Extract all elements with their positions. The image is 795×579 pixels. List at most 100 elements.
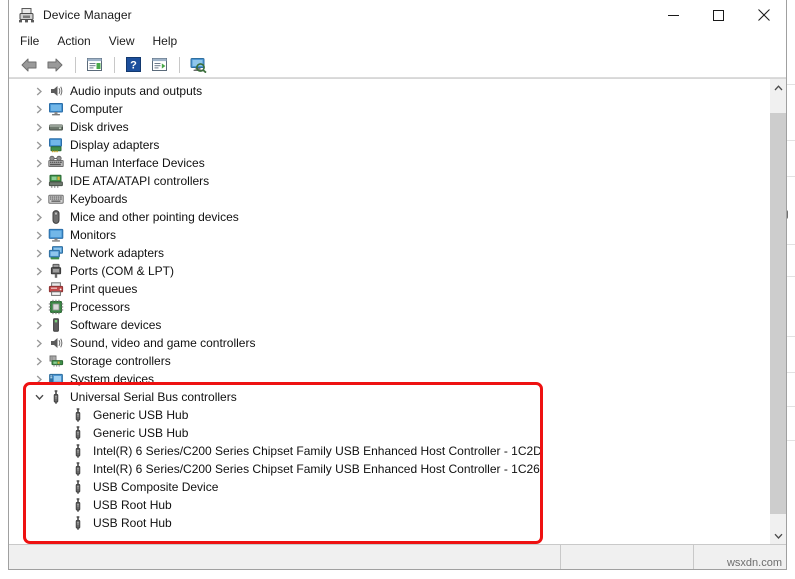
tree-item-label: Universal Serial Bus controllers (70, 390, 237, 404)
chevron-right-icon[interactable] (31, 190, 47, 208)
scrollbar-down-arrow[interactable] (770, 527, 786, 544)
update-driver-icon[interactable] (147, 54, 171, 76)
chevron-down-icon[interactable] (31, 388, 47, 406)
chevron-right-icon[interactable] (31, 370, 47, 388)
tree-item-label: Intel(R) 6 Series/C200 Series Chipset Fa… (93, 444, 542, 458)
tree-item[interactable]: Intel(R) 6 Series/C200 Series Chipset Fa… (9, 460, 769, 478)
tree-item[interactable]: Display adapters (9, 136, 769, 154)
tree-item-label: System devices (70, 372, 155, 386)
minimize-button[interactable] (651, 0, 696, 30)
tree-item-label: USB Root Hub (93, 516, 172, 530)
chevron-right-icon[interactable] (31, 226, 47, 244)
tree-item-label: Computer (70, 102, 123, 116)
chevron-right-icon[interactable] (31, 244, 47, 262)
storage-controller-icon (47, 352, 65, 370)
tree-item-label: Sound, video and game controllers (70, 336, 256, 350)
speaker-icon (47, 334, 65, 352)
scan-hardware-icon[interactable] (186, 54, 210, 76)
tree-item-label: Monitors (70, 228, 117, 242)
menu-item-help[interactable]: Help (153, 32, 187, 50)
tree-item-label: Mice and other pointing devices (70, 210, 239, 224)
tree-item[interactable]: IDE ATA/ATAPI controllers (9, 172, 769, 190)
chevron-right-icon[interactable] (31, 298, 47, 316)
tree-item-label: Ports (COM & LPT) (70, 264, 175, 278)
tree-item[interactable]: Mice and other pointing devices (9, 208, 769, 226)
tree-item[interactable]: Ports (COM & LPT) (9, 262, 769, 280)
chevron-right-icon[interactable] (31, 262, 47, 280)
tree-item[interactable]: Processors (9, 298, 769, 316)
tree-item[interactable]: USB Composite Device (9, 478, 769, 496)
printer-icon (47, 280, 65, 298)
tree-item[interactable]: Network adapters (9, 244, 769, 262)
toolbar-separator (75, 56, 76, 73)
chevron-right-icon[interactable] (31, 172, 47, 190)
close-button[interactable] (741, 0, 786, 30)
tree-item[interactable]: Computer (9, 100, 769, 118)
tree-item[interactable]: Generic USB Hub (9, 406, 769, 424)
tree-item-label: Human Interface Devices (70, 156, 205, 170)
usb-icon (69, 460, 87, 478)
tree-item[interactable]: Disk drives (9, 118, 769, 136)
tree-item[interactable]: Universal Serial Bus controllers (9, 388, 769, 406)
system-device-icon (47, 370, 65, 388)
usb-icon (69, 514, 87, 532)
keyboard-icon (47, 190, 65, 208)
tree-item[interactable]: USB Root Hub (9, 496, 769, 514)
menu-item-action[interactable]: Action (57, 32, 99, 50)
tree-item[interactable]: USB Root Hub (9, 514, 769, 532)
tree-item[interactable]: Audio inputs and outputs (9, 82, 769, 100)
tree-item[interactable]: System devices (9, 370, 769, 388)
tree-item[interactable]: Generic USB Hub (9, 424, 769, 442)
chevron-right-icon[interactable] (31, 334, 47, 352)
tree-item-label: Storage controllers (70, 354, 171, 368)
tree-item[interactable]: Human Interface Devices (9, 154, 769, 172)
disk-drive-icon (47, 118, 65, 136)
tree-item[interactable]: Sound, video and game controllers (9, 334, 769, 352)
tree-item-label: USB Root Hub (93, 498, 172, 512)
usb-icon (69, 478, 87, 496)
tree-item-label: Intel(R) 6 Series/C200 Series Chipset Fa… (93, 462, 540, 476)
title-bar: Device Manager (9, 0, 786, 30)
scrollbar-thumb[interactable] (770, 113, 786, 514)
watermark: wsxdn.com (726, 557, 782, 569)
properties-icon[interactable] (82, 54, 106, 76)
chevron-right-icon[interactable] (31, 82, 47, 100)
tree-item-label: Software devices (70, 318, 162, 332)
scrollbar-up-arrow[interactable] (770, 79, 786, 96)
tree-item-label: Generic USB Hub (93, 408, 189, 422)
chevron-right-icon[interactable] (31, 208, 47, 226)
port-icon (47, 262, 65, 280)
device-tree[interactable]: Audio inputs and outputs Computer Disk dri… (9, 79, 769, 544)
chevron-right-icon[interactable] (31, 136, 47, 154)
chevron-right-icon[interactable] (31, 154, 47, 172)
toolbar-separator-2 (114, 56, 115, 73)
tree-item-label: Generic USB Hub (93, 426, 189, 440)
maximize-button[interactable] (696, 0, 741, 30)
tree-item[interactable]: Intel(R) 6 Series/C200 Series Chipset Fa… (9, 442, 769, 460)
tree-panel: Audio inputs and outputs Computer Disk dri… (9, 78, 786, 544)
menu-item-file[interactable]: File (20, 32, 48, 50)
chevron-right-icon[interactable] (31, 316, 47, 334)
tree-item[interactable]: Software devices (9, 316, 769, 334)
display-adapter-icon (47, 136, 65, 154)
vertical-scrollbar[interactable] (769, 79, 786, 544)
tree-item[interactable]: Print queues (9, 280, 769, 298)
chevron-right-icon[interactable] (31, 352, 47, 370)
speaker-icon (47, 82, 65, 100)
status-segment-2 (561, 545, 694, 569)
chevron-right-icon[interactable] (31, 100, 47, 118)
chevron-right-icon[interactable] (31, 118, 47, 136)
tree-item[interactable]: Monitors (9, 226, 769, 244)
status-segment-3: wsxdn.com (694, 545, 786, 569)
help-icon[interactable]: ? (121, 54, 145, 76)
usb-icon (69, 496, 87, 514)
tree-item[interactable]: Storage controllers (9, 352, 769, 370)
software-device-icon (47, 316, 65, 334)
menu-item-view[interactable]: View (109, 32, 144, 50)
tree-item[interactable]: Keyboards (9, 190, 769, 208)
tree-item-label: USB Composite Device (93, 480, 219, 494)
chevron-right-icon[interactable] (31, 280, 47, 298)
forward-arrow-icon[interactable] (43, 54, 67, 76)
status-bar: wsxdn.com (9, 544, 786, 569)
back-arrow-icon[interactable] (17, 54, 41, 76)
